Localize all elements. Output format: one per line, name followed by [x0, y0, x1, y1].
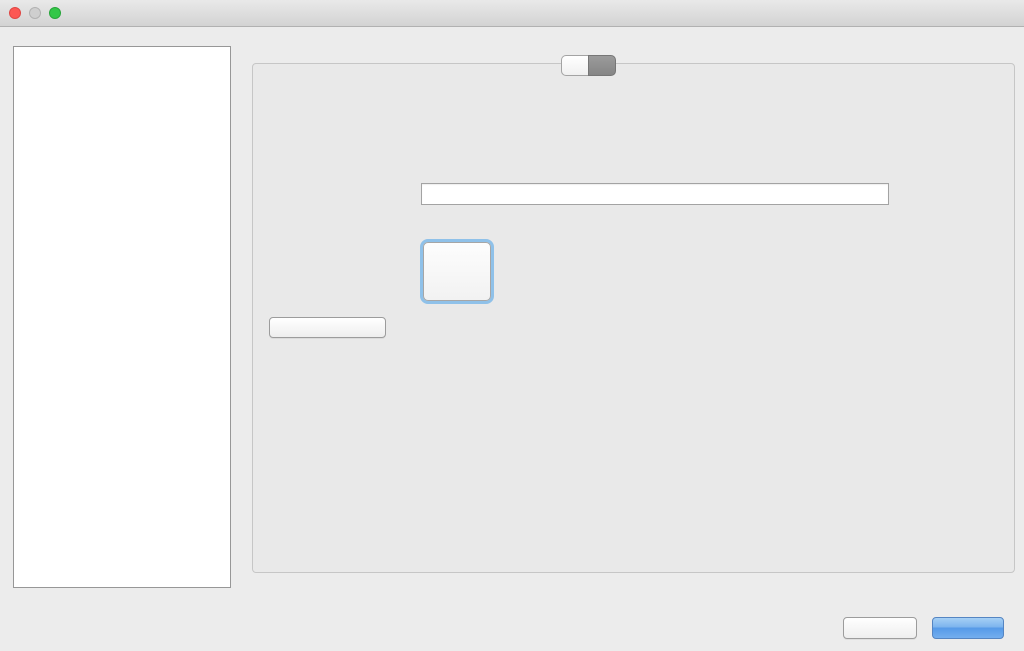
- generate-row: [420, 239, 998, 304]
- generate-button[interactable]: [423, 242, 491, 301]
- debug-section-heading: [269, 90, 998, 106]
- tab-bar: [561, 55, 616, 76]
- titlebar: [0, 0, 1024, 27]
- signing-help-button[interactable]: [269, 317, 386, 338]
- generate-focus-ring: [420, 239, 494, 304]
- distribution-section-heading: [269, 132, 998, 148]
- minimize-window-button: [29, 7, 41, 19]
- tab-signing[interactable]: [588, 55, 616, 76]
- window-controls: [9, 7, 61, 19]
- cancel-button[interactable]: [843, 617, 917, 639]
- app-id-input[interactable]: [421, 183, 889, 205]
- project-properties-window: { "window": { "title": "Project Properti…: [0, 0, 1024, 651]
- tab-options[interactable]: [561, 55, 588, 76]
- app-id-row: [269, 183, 998, 205]
- ok-button[interactable]: [932, 617, 1004, 639]
- zoom-window-button[interactable]: [49, 7, 61, 19]
- close-window-button[interactable]: [9, 7, 21, 19]
- categories-tree[interactable]: [13, 46, 231, 588]
- signing-panel: [252, 63, 1015, 573]
